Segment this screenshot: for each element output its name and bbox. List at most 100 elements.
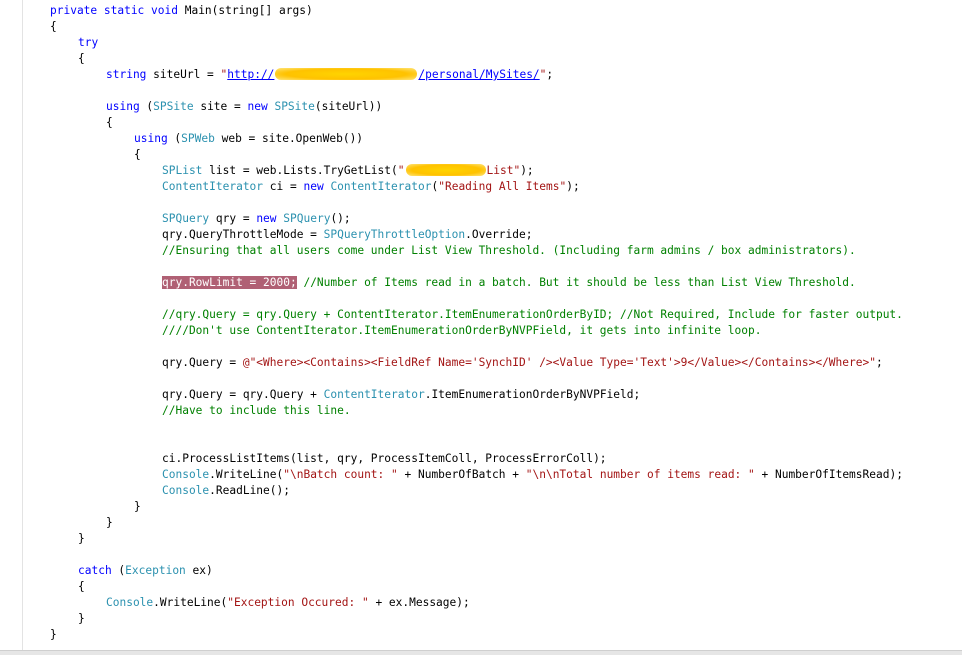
code-text: (siteUrl)) <box>314 100 383 113</box>
string-literal: @"<Where><Contains><FieldRef Name='Synch… <box>242 356 876 369</box>
type-name: SPQueryThrottleOption <box>323 228 466 241</box>
code-line: { <box>78 579 85 595</box>
keyword: new <box>247 100 268 113</box>
code-text: ( <box>111 564 126 577</box>
string-literal: " <box>397 164 405 177</box>
code-line: ////Don't use ContentIterator.ItemEnumer… <box>162 323 761 339</box>
code-line: } <box>78 611 85 627</box>
code-text: qry.QueryThrottleMode = <box>162 228 324 241</box>
code-line: } <box>78 531 85 547</box>
brace: { <box>134 148 141 161</box>
keyword: new <box>256 212 277 225</box>
type-name: ContentIterator <box>330 180 432 193</box>
string-literal: "\n\nTotal number of items read: " <box>525 468 755 481</box>
keyword: catch <box>78 564 112 577</box>
brace: } <box>134 500 141 513</box>
code-line: { <box>106 115 113 131</box>
code-line: qry.Query = qry.Query + ContentIterator.… <box>162 387 640 403</box>
comment: //Ensuring that all users come under Lis… <box>162 244 856 257</box>
brace: { <box>78 580 85 593</box>
string-literal: List" <box>486 164 521 177</box>
code-text: .Override; <box>465 228 533 241</box>
code-line: using (SPWeb web = site.OpenWeb()) <box>134 131 363 147</box>
selected-text[interactable]: qry.RowLimit = 2000; <box>162 276 297 289</box>
url-link[interactable]: http:// <box>227 68 274 81</box>
code-line: //Have to include this line. <box>162 403 351 419</box>
code-line: SPQuery qry = new SPQuery(); <box>162 211 351 227</box>
code-text: ; <box>546 68 554 81</box>
code-line: SPList list = web.Lists.TryGetList(" List… <box>162 163 534 179</box>
code-text: ); <box>566 180 580 193</box>
brace: { <box>106 116 113 129</box>
code-line: Console.WriteLine("\nBatch count: " + Nu… <box>162 467 903 483</box>
keyword: private static void <box>50 4 185 17</box>
code-text: .ItemEnumerationOrderByNVPField; <box>424 388 641 401</box>
brace: { <box>50 20 57 33</box>
type-name: SPQuery <box>283 212 331 225</box>
code-line: Console.WriteLine("Exception Occured: " … <box>106 595 470 611</box>
code-line: string siteUrl = "http:///personal/MySit… <box>106 67 553 83</box>
code-line: ci.ProcessListItems(list, qry, ProcessIt… <box>162 451 607 467</box>
code-text: ex) <box>185 564 213 577</box>
code-text: Main(string[] args) <box>184 4 313 17</box>
code-text: (); <box>330 212 351 225</box>
brace: } <box>78 532 85 545</box>
type-name: ContentIterator <box>162 180 264 193</box>
code-text: ci = <box>263 180 304 193</box>
url-link[interactable]: /personal/MySites/ <box>418 68 539 81</box>
code-line: private static void Main(string[] args) <box>50 3 313 19</box>
code-text: .WriteLine( <box>153 596 228 609</box>
keyword: using <box>106 100 140 113</box>
string-literal: "Exception Occured: " <box>227 596 369 609</box>
comment: //Number of Items read in a batch. But i… <box>296 276 856 289</box>
code-line: qry.Query = @"<Where><Contains><FieldRef… <box>162 355 883 371</box>
brace: } <box>78 612 85 625</box>
code-line: { <box>50 19 57 35</box>
code-text: ( <box>167 132 182 145</box>
keyword: string <box>106 68 147 81</box>
brace: } <box>106 516 113 529</box>
code-line: Console.ReadLine(); <box>162 483 290 499</box>
code-line: { <box>78 51 85 67</box>
code-text: ; <box>875 356 883 369</box>
string-literal: "Reading All Items" <box>438 180 567 193</box>
keyword: using <box>134 132 168 145</box>
brace: } <box>50 628 57 641</box>
code-line: //Ensuring that all users come under Lis… <box>162 243 856 259</box>
type-name: SPSite <box>153 100 194 113</box>
comment: //qry.Query = qry.Query + ContentIterato… <box>162 308 903 321</box>
brace: { <box>78 52 85 65</box>
code-text: .WriteLine( <box>209 468 284 481</box>
code-line: catch (Exception ex) <box>78 563 213 579</box>
horizontal-scrollbar[interactable] <box>0 650 962 655</box>
code-text: .ReadLine(); <box>209 484 290 497</box>
type-name: Exception <box>125 564 186 577</box>
type-name: SPWeb <box>181 132 215 145</box>
code-line: { <box>134 147 141 163</box>
code-text: list = web.Lists.TryGetList( <box>202 164 398 177</box>
code-line: } <box>106 515 113 531</box>
redaction-mark <box>405 164 486 176</box>
type-name: SPSite <box>274 100 315 113</box>
code-text: qry.Query = qry.Query + <box>162 388 324 401</box>
code-text: web = site.OpenWeb()) <box>214 132 364 145</box>
type-name: SPQuery <box>162 212 210 225</box>
code-line: } <box>134 499 141 515</box>
code-line: //qry.Query = qry.Query + ContentIterato… <box>162 307 903 323</box>
code-text: ); <box>520 164 534 177</box>
type-name: ContentIterator <box>323 388 425 401</box>
outline-margin <box>22 0 23 654</box>
code-text: qry = <box>209 212 257 225</box>
code-text: site = <box>193 100 248 113</box>
code-text: siteUrl = <box>146 68 221 81</box>
code-line: ContentIterator ci = new ContentIterator… <box>162 179 580 195</box>
code-editor[interactable]: private static void Main(string[] args) … <box>0 0 962 655</box>
type-name: SPList <box>162 164 203 177</box>
code-text: qry.Query = <box>162 356 243 369</box>
type-name: Console <box>106 596 154 609</box>
type-name: Console <box>162 484 210 497</box>
code-text: + NumberOfItemsRead); <box>754 468 903 481</box>
keyword: try <box>78 36 99 49</box>
redaction-mark <box>275 68 418 80</box>
code-line: try <box>78 35 98 51</box>
